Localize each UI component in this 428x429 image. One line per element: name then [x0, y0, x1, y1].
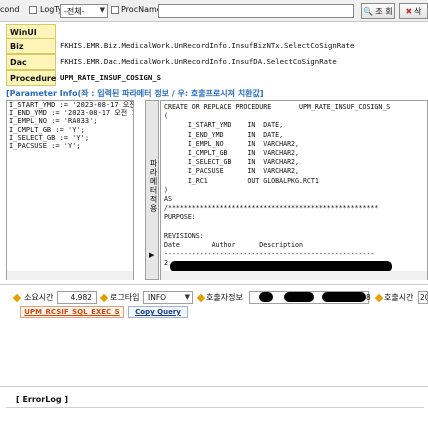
procedure-sql-box[interactable]: CREATE OR REPLACE PROCEDURE UPM_RATE_INS… — [160, 100, 428, 280]
calltime-label: 호출시간 — [384, 293, 414, 302]
elapsed-indicator-icon — [12, 293, 22, 303]
param-line: I_SELECT_GB := 'Y'; — [9, 133, 90, 142]
chevron-down-icon: ▼ — [184, 293, 190, 301]
procname-checkbox[interactable] — [111, 6, 119, 14]
procname-label: ProcName — [121, 5, 162, 14]
calltime-indicator-icon — [374, 293, 384, 303]
errorlog-header: [ ErrorLog ] — [16, 395, 68, 404]
biz-label: Biz — [6, 38, 56, 54]
procname-input[interactable] — [158, 4, 354, 18]
copy-query-button[interactable]: Copy Query — [128, 306, 188, 318]
elapsed-value: 4.982 — [57, 291, 97, 304]
logtype-indicator-icon — [99, 293, 109, 303]
param-line: I_PACSUSE := 'Y'; — [9, 142, 81, 151]
logtype-checkbox[interactable] — [29, 6, 37, 14]
sql-horizontal-scrollbar[interactable] — [161, 271, 427, 280]
redaction-bar — [259, 292, 273, 302]
divider — [0, 386, 428, 387]
caller-info-label: 호출자정보 — [206, 293, 243, 302]
parameter-input-box[interactable]: I_START_YMD := '2023-08-17 오전 12 I_END_Y… — [6, 100, 134, 280]
arrow-right-icon: ▶ — [149, 251, 155, 259]
redaction-bar — [284, 292, 314, 302]
status-logtype-label: 로그타입 — [110, 293, 140, 302]
delete-icon: ✖ — [405, 6, 413, 16]
procedure-label: Procedure — [6, 70, 56, 86]
exec-sql-button[interactable]: UPM_RCSIF_SQL_EXEC_S — [20, 306, 124, 318]
redaction-bar — [322, 292, 366, 302]
parameter-info-header: [Parameter Info(좌 : 입력된 파라메터 정보 / 우: 호출프… — [6, 88, 420, 100]
dac-label: Dac — [6, 54, 56, 70]
top-toolbar: cond LogType -전체- ▼ ProcName 🔍 조 회 ✖ 삭 — [0, 0, 428, 22]
status-logtype-select[interactable]: INFO ▼ — [143, 291, 193, 304]
search-button-label: 조 회 — [375, 6, 393, 16]
param-line: I_START_YMD := '2023-08-17 오전 12 — [9, 101, 133, 109]
logtype-select[interactable]: -전체- ▼ — [60, 4, 108, 18]
status-logtype-value: INFO — [148, 293, 167, 302]
param-line: I_END_YMD := '2023-08-17 오전 12:0 — [9, 109, 133, 118]
apply-parameter-label: 파라메터적용 — [149, 159, 158, 213]
dac-value: FKHIS.EMR.Dac.MedicalWork.UnRecordInfo.I… — [60, 57, 337, 66]
param-line: I_EMPL_NO := 'RA033'; — [9, 117, 98, 126]
param-line: I_CMPLT_GB := 'Y'; — [9, 125, 85, 134]
errorlog-box[interactable] — [6, 407, 424, 427]
search-icon: 🔍 — [363, 6, 374, 16]
apply-parameter-button[interactable]: 파라메터적용 ▶ — [145, 100, 159, 280]
delete-button[interactable]: ✖ 삭 — [399, 3, 428, 19]
elapsed-label: 소요시간 — [24, 293, 54, 302]
calltime-value: 20 — [418, 291, 428, 304]
param-horizontal-scrollbar[interactable] — [7, 271, 133, 280]
biz-value: FKHIS.EMR.Biz.MedicalWork.UnRecordInfo.I… — [60, 41, 355, 50]
procedure-sql-text: CREATE OR REPLACE PROCEDURE UPM_RATE_INS… — [164, 103, 391, 268]
caller-info-digit: 8 — [366, 293, 371, 302]
search-button[interactable]: 🔍 조 회 — [361, 3, 395, 19]
cond-label: cond — [0, 5, 20, 14]
logtype-select-value: -전체- — [64, 7, 85, 16]
divider — [0, 284, 428, 285]
procedure-value: UPM_RATE_INSUF_COSIGN_S — [60, 73, 162, 82]
chevron-down-icon: ▼ — [99, 6, 105, 14]
caller-indicator-icon — [196, 293, 206, 303]
delete-button-label: 삭 — [414, 6, 422, 16]
